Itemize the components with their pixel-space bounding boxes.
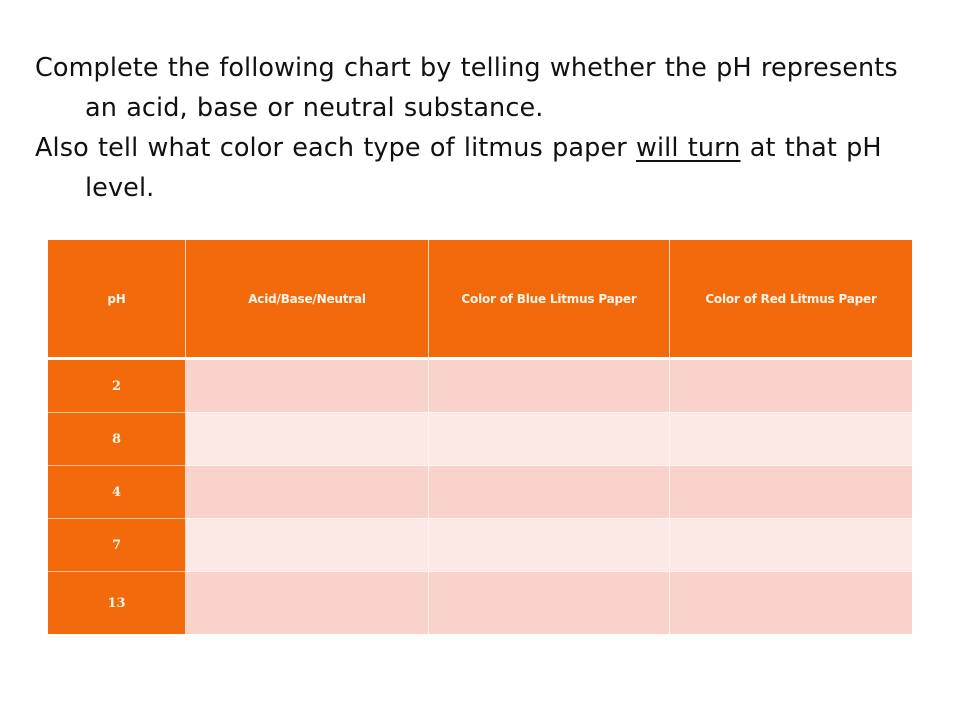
red-litmus-cell[interactable]	[670, 413, 912, 466]
instruction-1: Complete the following chart by telling …	[35, 48, 935, 128]
ph-value-cell: 8	[48, 413, 186, 466]
blue-litmus-cell[interactable]	[429, 413, 670, 466]
acid-base-neutral-cell[interactable]	[186, 360, 429, 413]
ph-value-cell: 4	[48, 466, 186, 519]
acid-base-neutral-cell[interactable]	[186, 413, 429, 466]
header-blue-litmus: Color of Blue Litmus Paper	[429, 240, 670, 360]
acid-base-neutral-cell[interactable]	[186, 572, 429, 634]
ph-value-cell: 2	[48, 360, 186, 413]
table-row: 8	[48, 413, 912, 466]
ph-value-cell: 13	[48, 572, 186, 634]
blue-litmus-cell[interactable]	[429, 360, 670, 413]
instruction-2-text-before: Also tell what color each type of litmus…	[35, 133, 637, 163]
acid-base-neutral-cell[interactable]	[186, 519, 429, 572]
table-row: 7	[48, 519, 912, 572]
instructions: Complete the following chart by telling …	[35, 48, 935, 208]
acid-base-neutral-cell[interactable]	[186, 466, 429, 519]
red-litmus-cell[interactable]	[670, 572, 912, 634]
header-red-litmus: Color of Red Litmus Paper	[670, 240, 912, 360]
table-header-row: pH Acid/Base/Neutral Color of Blue Litmu…	[48, 240, 912, 360]
table-row: 4	[48, 466, 912, 519]
instruction-2: Also tell what color each type of litmus…	[35, 128, 935, 208]
blue-litmus-cell[interactable]	[429, 572, 670, 634]
blue-litmus-cell[interactable]	[429, 519, 670, 572]
header-acid-base-neutral: Acid/Base/Neutral	[186, 240, 429, 360]
blue-litmus-cell[interactable]	[429, 466, 670, 519]
red-litmus-cell[interactable]	[670, 519, 912, 572]
red-litmus-cell[interactable]	[670, 466, 912, 519]
table-row: 13	[48, 572, 912, 634]
red-litmus-cell[interactable]	[670, 360, 912, 413]
header-ph: pH	[48, 240, 186, 360]
table-row: 2	[48, 360, 912, 413]
instruction-1-text: Complete the following chart by telling …	[35, 53, 898, 123]
ph-litmus-table: pH Acid/Base/Neutral Color of Blue Litmu…	[48, 240, 912, 634]
ph-value-cell: 7	[48, 519, 186, 572]
instruction-2-underlined-text: will turn	[636, 133, 741, 163]
